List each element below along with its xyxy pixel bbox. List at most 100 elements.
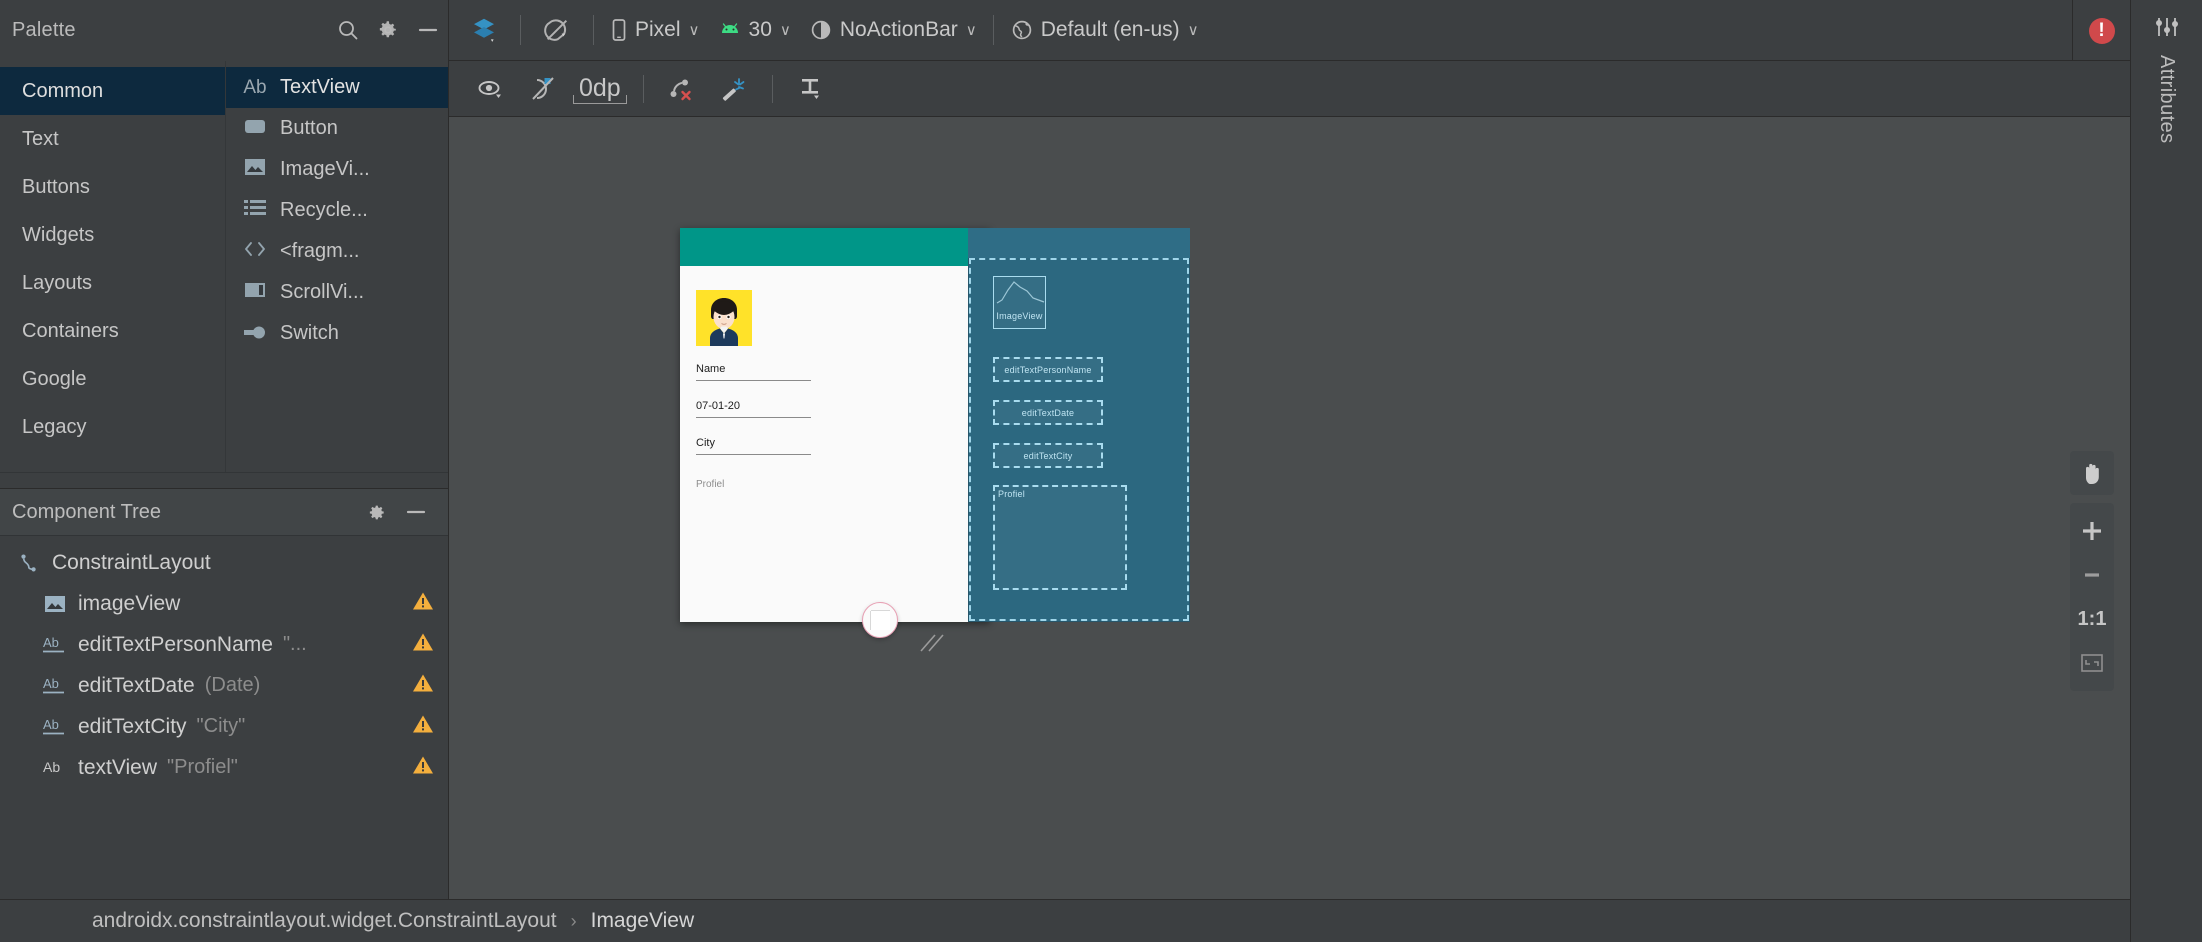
design-toolbar: 0dp [449,61,2130,117]
chevron-down-icon: ∨ [965,22,977,39]
default-margin-selector[interactable]: 0dp [569,67,631,111]
attributes-panel-tab[interactable]: Attributes [2130,0,2202,942]
minimize-icon[interactable] [396,492,436,532]
palette-category-widgets[interactable]: Widgets [0,211,225,259]
palette-category-buttons[interactable]: Buttons [0,163,225,211]
error-badge[interactable]: ! [2072,0,2130,61]
list-icon [240,199,270,222]
blueprint-edittextcity[interactable]: editTextCity [993,443,1103,468]
tree-node-label: textView [78,755,157,779]
breadcrumb-root[interactable]: androidx.constraintlayout.widget.Constra… [92,909,557,933]
palette-item-switch[interactable]: Switch [226,313,448,354]
tree-node-imageview[interactable]: imageView [0,583,448,624]
device-preview[interactable]: Name 07-01-20 City Profiel [680,228,990,638]
preview-field-name[interactable]: Name [696,362,811,381]
blueprint-textview-profiel[interactable]: Profiel [993,485,1127,590]
preview-field-date[interactable]: 07-01-20 [696,399,811,418]
component-tree-title: Component Tree [12,500,161,523]
palette-item-textview[interactable]: Ab TextView [226,67,448,108]
code-brackets-icon [240,241,270,263]
design-mode-button[interactable] [455,8,513,52]
warning-icon[interactable] [412,714,434,740]
image-icon [40,595,70,613]
api-level-label: 30 [748,18,772,41]
palette-category-legacy[interactable]: Legacy [0,403,225,451]
constraint-layout-icon [14,552,44,574]
api-level-selector[interactable]: 30 ∨ [709,8,800,52]
blueprint-label: editTextPersonName [1004,364,1092,375]
palette-category-layouts[interactable]: Layouts [0,259,225,307]
warning-icon[interactable] [412,632,434,658]
blueprint-constraintlayout-root[interactable]: ImageView editTextPersonName editTextDat… [969,258,1189,621]
zoom-out-button[interactable] [2070,553,2114,597]
warning-icon[interactable] [412,673,434,699]
label: ScrollVi... [280,281,365,303]
preview-fab-button[interactable] [862,602,898,638]
eye-icon[interactable] [465,67,517,111]
search-icon[interactable] [328,10,368,50]
tree-node-label: ConstraintLayout [52,550,211,574]
palette-category-containers[interactable]: Containers [0,307,225,355]
theme-selector[interactable]: NoActionBar ∨ [800,8,986,52]
blueprint-edittextdate[interactable]: editTextDate [993,400,1103,425]
label: Containers [22,319,119,342]
warning-icon[interactable] [412,755,434,781]
component-tree-header: Component Tree [0,488,448,536]
tree-node-value: "Profiel" [167,756,238,778]
preview-field-city[interactable]: City [696,436,811,455]
tree-node-constraintlayout[interactable]: ConstraintLayout [0,542,448,583]
actual-size-button[interactable]: 1:1 [2070,597,2114,641]
field-label: 07-01-20 [696,400,741,412]
sliders-icon [2154,14,2180,45]
palette-item-button[interactable]: Button [226,108,448,149]
warning-icon[interactable] [412,591,434,617]
palette-category-common[interactable]: Common [0,67,225,115]
gear-icon[interactable] [368,10,408,50]
panel-splitter[interactable] [0,472,448,488]
tree-node-textview[interactable]: Ab textView "Profiel" [0,747,448,788]
label: Button [280,117,338,139]
tree-node-edittextdate[interactable]: Ab editTextDate (Date) [0,665,448,706]
autoconnect-off-icon[interactable] [517,67,569,111]
label: Switch [280,322,339,344]
blueprint-imageview[interactable]: ImageView [993,276,1046,329]
locale-selector[interactable]: Default (en-us) ∨ [1001,8,1208,52]
breadcrumb-leaf[interactable]: ImageView [591,909,695,933]
palette-category-text[interactable]: Text [0,115,225,163]
blueprint-label: editTextCity [1023,450,1073,461]
magic-wand-icon[interactable] [708,67,760,111]
palette-category-list: Common Text Buttons Widgets Layouts Cont… [0,61,225,472]
palette-category-google[interactable]: Google [0,355,225,403]
minimize-icon[interactable] [408,10,448,50]
switch-icon [240,323,270,345]
zoom-in-button[interactable] [2070,509,2114,553]
ab-text-icon: Ab [40,757,70,779]
label: <fragm... [280,240,360,262]
design-canvas[interactable]: Name 07-01-20 City Profiel ImageView edi… [449,117,2130,899]
blueprint-view[interactable]: ImageView editTextPersonName editTextDat… [968,228,1190,622]
pan-tool-button[interactable] [2070,451,2114,495]
label: ImageVi... [280,158,370,180]
palette-item-recyclerview[interactable]: Recycle... [226,190,448,231]
field-underline [696,417,811,418]
field-label: Name [696,363,726,375]
align-vertical-icon[interactable] [785,67,837,111]
field-underline [696,454,811,455]
left-panel: Common Text Buttons Widgets Layouts Cont… [0,61,449,942]
rotate-device-icon[interactable] [528,8,586,52]
label: Layouts [22,271,93,294]
tree-node-edittextcity[interactable]: Ab editTextCity "City" [0,706,448,747]
gear-icon[interactable] [356,492,396,532]
tree-node-value: "City" [196,715,246,737]
error-count-icon: ! [2088,17,2115,44]
tree-node-edittextpersonname[interactable]: Ab editTextPersonName "... [0,624,448,665]
palette-item-imageview[interactable]: ImageVi... [226,149,448,190]
canvas-resize-handle[interactable] [919,627,945,653]
palette-item-scrollview[interactable]: ScrollVi... [226,272,448,313]
fit-screen-button[interactable] [2070,641,2114,685]
palette-item-fragment[interactable]: <fragm... [226,231,448,272]
blueprint-edittextpersonname[interactable]: editTextPersonName [993,357,1103,382]
tree-node-label: imageView [78,591,181,615]
clear-constraints-icon[interactable] [656,67,708,111]
device-selector[interactable]: Pixel ∨ [601,8,709,52]
